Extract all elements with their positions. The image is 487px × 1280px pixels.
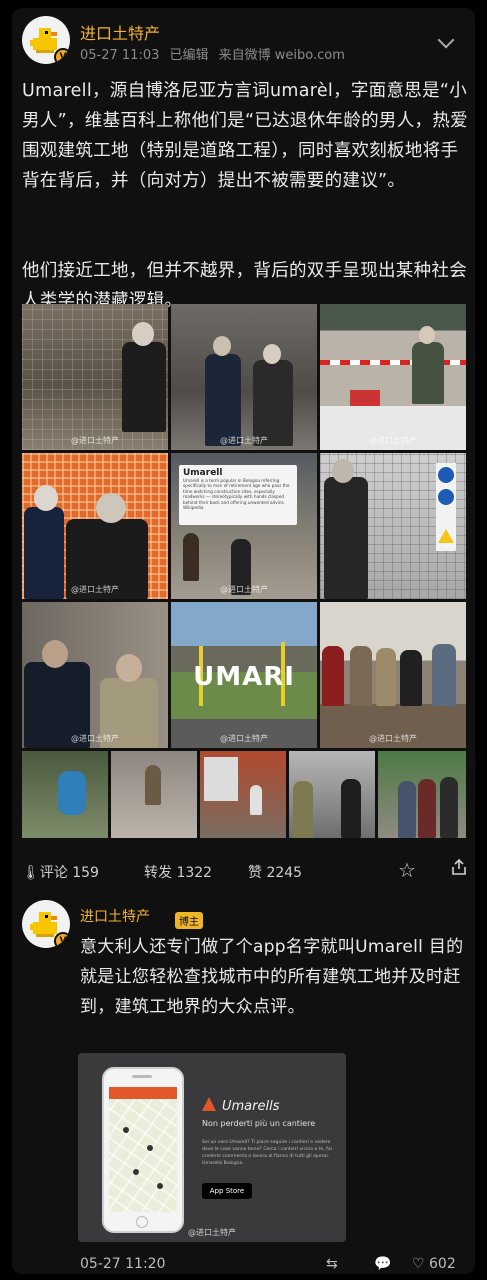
app-description: Sei un vero Umarell? Ti piace seguire i … bbox=[202, 1140, 332, 1166]
comment-icon[interactable]: 💬 bbox=[374, 1256, 391, 1272]
photo-6[interactable] bbox=[320, 453, 466, 599]
repost-button[interactable]: 转发 1322 bbox=[144, 862, 212, 882]
photo-1[interactable]: @进口土特产 bbox=[22, 304, 168, 450]
like-label: 赞 bbox=[248, 865, 262, 881]
chevron-down-icon[interactable] bbox=[437, 31, 455, 49]
photo-watermark: @进口土特产 bbox=[220, 585, 268, 594]
reply-text: 意大利人还专门做了个app名字就叫Umarell 目的就是让您轻松查找城市中的所… bbox=[80, 937, 464, 1017]
umarell-sign-text: UMARI bbox=[193, 662, 295, 692]
app-store-badge[interactable]: App Store bbox=[202, 1183, 252, 1199]
photo-10[interactable] bbox=[22, 751, 108, 838]
photo-7[interactable]: @进口土特产 bbox=[22, 602, 168, 748]
verified-badge-icon: V bbox=[54, 48, 70, 64]
photo-watermark: @进口土特产 bbox=[220, 436, 268, 445]
photo-14[interactable] bbox=[378, 751, 466, 838]
post-text-paragraph-1: Umarell，源自博洛尼亚方言词umarèl，字面意思是“小男人”，维基百科上… bbox=[22, 81, 468, 191]
photo-watermark: @进口土特产 bbox=[220, 734, 268, 743]
app-subtitle: Non perderti più un cantiere bbox=[202, 1119, 316, 1128]
share-icon[interactable] bbox=[450, 858, 468, 880]
post-username[interactable]: 进口土特产 bbox=[80, 20, 160, 44]
like-button[interactable]: 赞 2245 bbox=[248, 862, 302, 882]
reply-like-count: 602 bbox=[429, 1256, 456, 1272]
reply-date: 05-27 11:20 bbox=[80, 1256, 166, 1272]
photo-9[interactable]: @进口土特产 bbox=[320, 602, 466, 748]
like-count: 2245 bbox=[266, 865, 303, 881]
photo-2[interactable]: @进口土特产 bbox=[171, 304, 317, 450]
photo-watermark: @进口土特产 bbox=[71, 734, 119, 743]
photo-watermark: @进口土特产 bbox=[188, 1228, 236, 1237]
post-source: 来自微博 weibo.com bbox=[218, 48, 345, 63]
repost-icon[interactable]: ⇆ bbox=[326, 1256, 338, 1272]
thermometer-icon: 🌡 bbox=[22, 865, 40, 881]
photo-8[interactable]: UMARI @进口土特产 bbox=[171, 602, 317, 748]
app-title: Umarells bbox=[222, 1099, 280, 1114]
photo-watermark: @进口土特产 bbox=[71, 436, 119, 445]
wiki-overlay: Umarell Umarell is a term popular in Bol… bbox=[179, 465, 297, 525]
reply-username[interactable]: 进口土特产 bbox=[80, 906, 150, 926]
photo-watermark: @进口土特产 bbox=[369, 734, 417, 743]
action-bar: 🌡评论 159 转发 1322 赞 2245 ☆ bbox=[22, 856, 468, 886]
heart-icon: ♡ bbox=[412, 1256, 425, 1272]
comment-count: 159 bbox=[72, 865, 99, 881]
photo-11[interactable] bbox=[111, 751, 197, 838]
photo-13[interactable] bbox=[289, 751, 375, 838]
app-store-label: App Store bbox=[209, 1187, 245, 1195]
app-screenshot-image[interactable]: Umarells Non perderti più un cantiere Se… bbox=[78, 1053, 346, 1242]
repost-count: 1322 bbox=[176, 865, 213, 881]
photo-4[interactable]: @进口土特产 bbox=[22, 453, 168, 599]
reply-avatar[interactable]: V bbox=[22, 900, 70, 948]
avatar[interactable]: V bbox=[22, 16, 70, 64]
overlay-text: Umarell is a term popular in Bologna ref… bbox=[183, 478, 290, 511]
repost-label: 转发 bbox=[144, 865, 172, 881]
photo-5[interactable]: Umarell Umarell is a term popular in Bol… bbox=[171, 453, 317, 599]
photo-watermark: @进口土特产 bbox=[369, 436, 417, 445]
comment-label: 评论 bbox=[39, 865, 68, 881]
weibo-post-card: V 进口土特产 05-27 11:03 已编辑 来自微博 weibo.com U… bbox=[12, 8, 475, 1274]
author-badge: 博主 bbox=[175, 912, 203, 929]
traffic-cone-icon bbox=[202, 1097, 216, 1111]
post-meta: 05-27 11:03 已编辑 来自微博 weibo.com bbox=[80, 44, 351, 63]
photo-3[interactable]: @进口土特产 bbox=[320, 304, 466, 450]
reply-footer: 05-27 11:20 ⇆ 💬 ♡ 602 bbox=[80, 1256, 470, 1272]
photo-12[interactable] bbox=[200, 751, 286, 838]
post-date: 05-27 11:03 bbox=[80, 48, 160, 63]
image-grid: @进口土特产 @进口土特产 @进口土特产 @进口土特产 Umarell Umar… bbox=[22, 304, 466, 838]
overlay-title: Umarell bbox=[183, 468, 223, 478]
phone-mockup bbox=[102, 1067, 184, 1233]
edited-label: 已编辑 bbox=[169, 48, 209, 63]
star-icon[interactable]: ☆ bbox=[398, 858, 416, 882]
verified-badge-icon: V bbox=[54, 932, 70, 948]
like-reply-button[interactable]: ♡ 602 bbox=[412, 1256, 456, 1272]
photo-watermark: @进口土特产 bbox=[71, 585, 119, 594]
comment-button[interactable]: 🌡评论 159 bbox=[22, 862, 99, 882]
